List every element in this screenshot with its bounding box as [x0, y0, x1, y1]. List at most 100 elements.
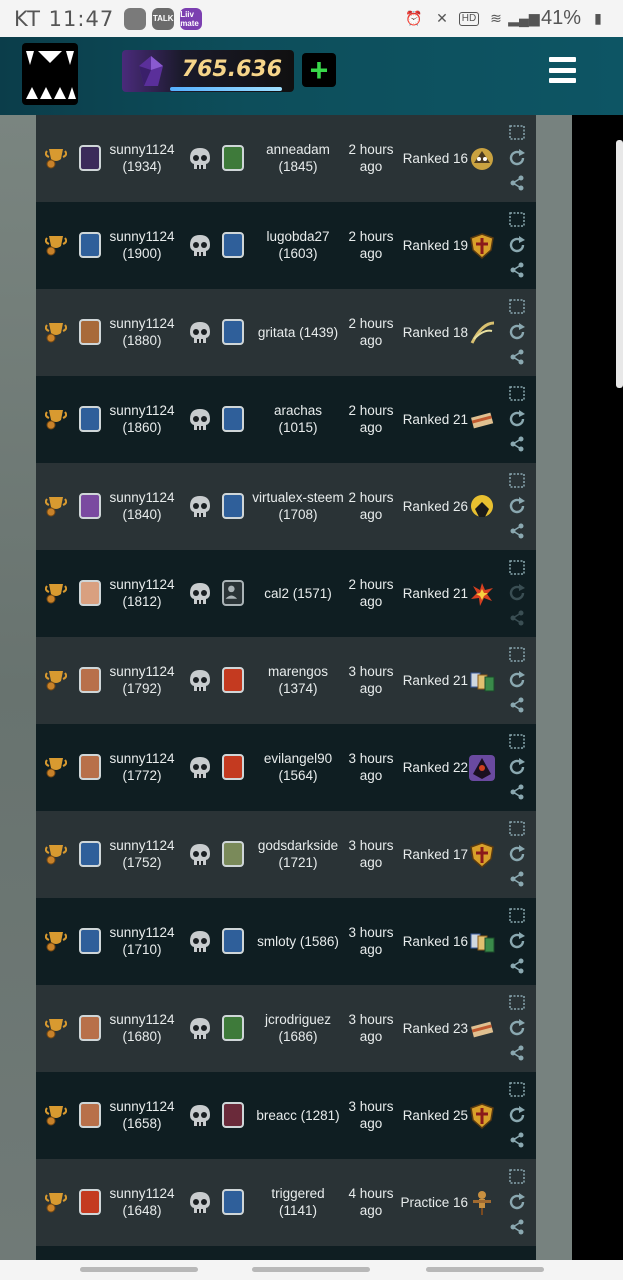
nav-recent-button[interactable]	[80, 1267, 198, 1272]
opponent-avatar[interactable]	[222, 667, 244, 693]
hamburger-menu-icon[interactable]	[549, 57, 576, 83]
player-info[interactable]: sunny1124 (1752)	[106, 837, 178, 871]
view-cards-icon[interactable]	[509, 125, 525, 140]
player-avatar[interactable]	[79, 406, 101, 432]
player-avatar[interactable]	[79, 232, 101, 258]
page-scrollbar[interactable]	[616, 140, 623, 388]
opponent-avatar-placeholder-icon[interactable]	[222, 580, 244, 606]
share-icon[interactable]	[509, 958, 525, 974]
opponent-avatar[interactable]	[222, 145, 244, 171]
opponent-avatar[interactable]	[222, 928, 244, 954]
player-info[interactable]: sunny1124 (1934)	[106, 141, 178, 175]
opponent-info[interactable]: godsdarkside (1721)	[248, 837, 348, 871]
view-cards-icon[interactable]	[509, 473, 525, 488]
share-icon[interactable]	[509, 784, 525, 800]
replay-icon[interactable]	[508, 236, 526, 254]
replay-icon[interactable]	[508, 149, 526, 167]
replay-icon[interactable]	[508, 323, 526, 341]
replay-icon[interactable]	[508, 1106, 526, 1124]
player-avatar[interactable]	[79, 841, 101, 867]
nav-back-button[interactable]	[426, 1267, 544, 1272]
view-cards-icon[interactable]	[509, 212, 525, 227]
player-avatar[interactable]	[79, 493, 101, 519]
credits-display[interactable]: 765.636	[122, 50, 294, 92]
player-avatar[interactable]	[79, 580, 101, 606]
player-avatar[interactable]	[79, 145, 101, 171]
player-info[interactable]: sunny1124 (1792)	[106, 663, 178, 697]
add-credits-button[interactable]: +	[302, 53, 336, 87]
player-info[interactable]: sunny1124 (1680)	[106, 1011, 178, 1045]
player-info[interactable]: sunny1124 (1900)	[106, 228, 178, 262]
player-info[interactable]: sunny1124 (1772)	[106, 750, 178, 784]
replay-icon[interactable]	[508, 1193, 526, 1211]
opponent-avatar[interactable]	[222, 319, 244, 345]
player-info[interactable]: sunny1124 (1710)	[106, 924, 178, 958]
opponent-avatar[interactable]	[222, 1189, 244, 1215]
opponent-info[interactable]: cal2 (1571)	[248, 585, 348, 602]
player-avatar[interactable]	[79, 1015, 101, 1041]
replay-icon[interactable]	[508, 1019, 526, 1037]
view-cards-icon[interactable]	[509, 734, 525, 749]
view-cards-icon[interactable]	[509, 647, 525, 662]
view-cards-icon[interactable]	[509, 821, 525, 836]
player-info[interactable]: sunny1124 (1648)	[106, 1185, 178, 1219]
player-avatar[interactable]	[79, 319, 101, 345]
player-avatar[interactable]	[79, 754, 101, 780]
view-cards-icon[interactable]	[509, 1082, 525, 1097]
replay-icon[interactable]	[508, 932, 526, 950]
player-info[interactable]: sunny1124 (1840)	[106, 489, 178, 523]
player-avatar[interactable]	[79, 1189, 101, 1215]
share-icon[interactable]	[509, 175, 525, 191]
opponent-info[interactable]: triggered (1141)	[248, 1185, 348, 1219]
opponent-info[interactable]: virtualex-steem (1708)	[248, 489, 348, 523]
player-info[interactable]: sunny1124 (1658)	[106, 1098, 178, 1132]
view-cards-icon[interactable]	[509, 299, 525, 314]
view-cards-icon[interactable]	[509, 386, 525, 401]
nav-home-button[interactable]	[252, 1267, 370, 1272]
player-info[interactable]: sunny1124 (1812)	[106, 576, 178, 610]
share-icon[interactable]	[509, 349, 525, 365]
share-icon[interactable]	[509, 1132, 525, 1148]
share-icon[interactable]	[509, 262, 525, 278]
opponent-avatar[interactable]	[222, 1015, 244, 1041]
opponent-avatar[interactable]	[222, 841, 244, 867]
share-icon[interactable]	[509, 610, 525, 626]
opponent-info[interactable]: breacc (1281)	[248, 1107, 348, 1124]
opponent-info[interactable]: gritata (1439)	[248, 324, 348, 341]
splinterlands-logo[interactable]	[22, 43, 78, 105]
opponent-avatar[interactable]	[222, 232, 244, 258]
share-icon[interactable]	[509, 1045, 525, 1061]
view-cards-icon[interactable]	[509, 908, 525, 923]
share-icon[interactable]	[509, 871, 525, 887]
share-icon[interactable]	[509, 697, 525, 713]
replay-icon[interactable]	[508, 758, 526, 776]
player-info[interactable]: sunny1124 (1860)	[106, 402, 178, 436]
opponent-avatar[interactable]	[222, 1102, 244, 1128]
opponent-avatar[interactable]	[222, 406, 244, 432]
player-avatar[interactable]	[79, 928, 101, 954]
share-icon[interactable]	[509, 436, 525, 452]
opponent-avatar[interactable]	[222, 754, 244, 780]
view-cards-icon[interactable]	[509, 995, 525, 1010]
share-icon[interactable]	[509, 1219, 525, 1235]
opponent-info[interactable]: marengos (1374)	[248, 663, 348, 697]
opponent-info[interactable]: evilangel90 (1564)	[248, 750, 348, 784]
opponent-info[interactable]: smloty (1586)	[248, 933, 348, 950]
replay-icon[interactable]	[508, 584, 526, 602]
player-info[interactable]: sunny1124 (1880)	[106, 315, 178, 349]
replay-icon[interactable]	[508, 410, 526, 428]
view-cards-icon[interactable]	[509, 560, 525, 575]
replay-icon[interactable]	[508, 497, 526, 515]
share-icon[interactable]	[509, 523, 525, 539]
player-avatar[interactable]	[79, 667, 101, 693]
opponent-info[interactable]: lugobda27 (1603)	[248, 228, 348, 262]
replay-icon[interactable]	[508, 671, 526, 689]
opponent-info[interactable]: arachas (1015)	[248, 402, 348, 436]
replay-icon[interactable]	[508, 845, 526, 863]
player-avatar[interactable]	[79, 1102, 101, 1128]
player-name: sunny1124	[109, 229, 175, 244]
opponent-info[interactable]: jcrodriguez (1686)	[248, 1011, 348, 1045]
view-cards-icon[interactable]	[509, 1169, 525, 1184]
opponent-avatar[interactable]	[222, 493, 244, 519]
opponent-info[interactable]: anneadam (1845)	[248, 141, 348, 175]
